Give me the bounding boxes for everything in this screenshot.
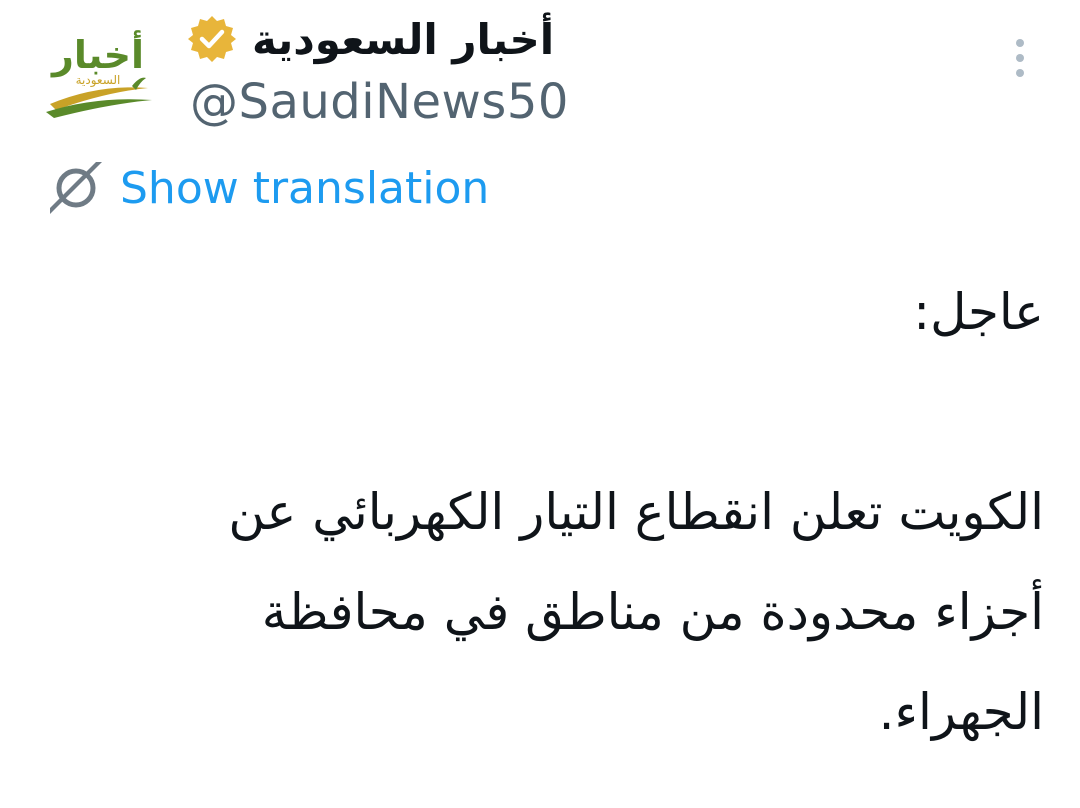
tweet-spacer (144, 362, 1044, 462)
avatar-logo-subtext: السعودية (76, 73, 121, 88)
verified-badge-icon (188, 16, 236, 62)
author-display-name[interactable]: أخبار السعودية (252, 15, 554, 64)
ellipsis-dot (1016, 54, 1024, 62)
translate-icon (50, 162, 102, 214)
tweet-text: عاجل: الكويت تعلن انقطاع التيار الكهربائ… (144, 262, 1044, 762)
vertical-ellipsis-icon (1016, 39, 1024, 47)
author-handle[interactable]: @SaudiNews50 (190, 74, 569, 130)
more-options-button[interactable] (1000, 30, 1040, 86)
avatar-logo-text: أخبار (50, 30, 144, 77)
show-translation-button[interactable]: Show translation (46, 156, 489, 220)
ellipsis-dot (1016, 69, 1024, 77)
tweet-heading: عاجل: (913, 283, 1044, 341)
avatar[interactable]: أخبار السعودية (36, 18, 160, 122)
saudi-news-logo-icon: أخبار السعودية (46, 30, 152, 118)
show-translation-label: Show translation (120, 162, 490, 214)
author-name-row[interactable]: أخبار السعودية (186, 8, 554, 70)
tweet-paragraph: الكويت تعلن انقطاع التيار الكهربائي عن أ… (228, 483, 1044, 741)
